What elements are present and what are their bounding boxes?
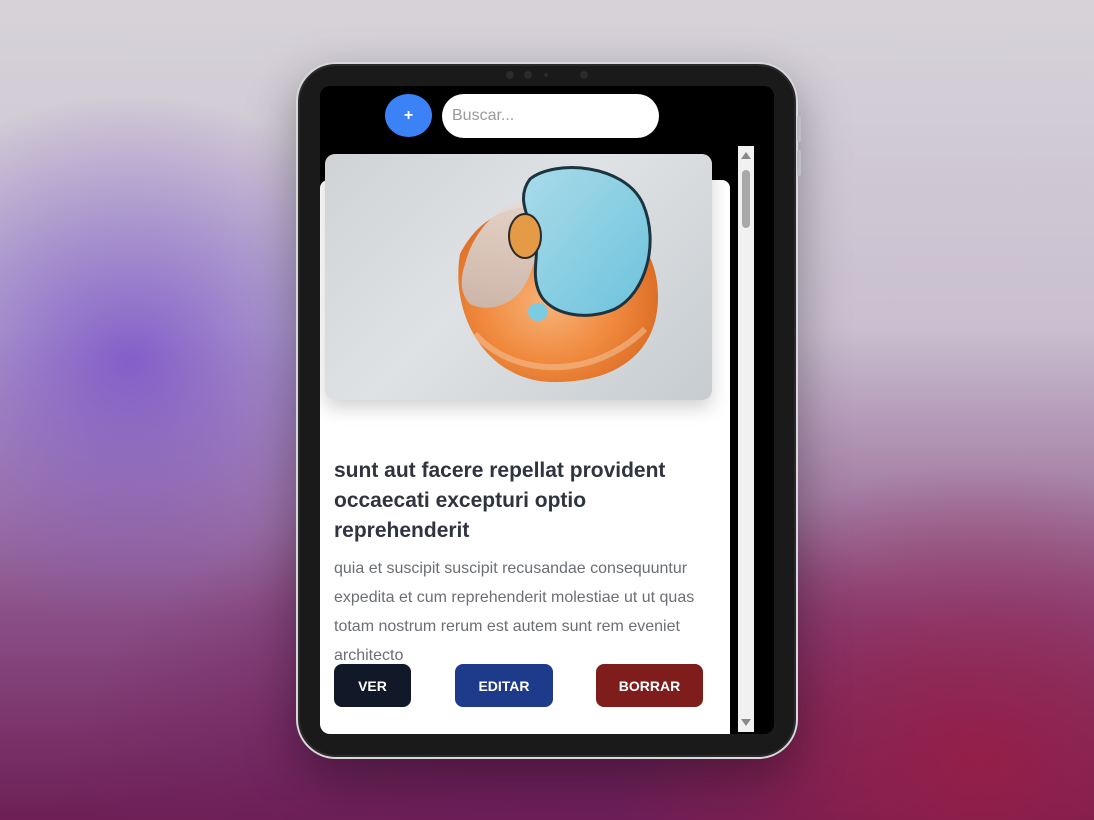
- view-button[interactable]: VER: [334, 664, 411, 707]
- camera-icon: [506, 71, 514, 79]
- camera-icon: [580, 71, 588, 79]
- abstract-sculpture-image: [458, 166, 659, 383]
- scroll-up-icon[interactable]: [741, 152, 751, 159]
- screen: + Buscar... sunt aut facere repellat pro…: [320, 86, 774, 734]
- post-list: sunt aut facere repellat provident occae…: [320, 154, 738, 734]
- post-card: sunt aut facere repellat provident occae…: [320, 154, 730, 734]
- sensor-icon: [544, 73, 548, 77]
- tablet-frame: + Buscar... sunt aut facere repellat pro…: [296, 62, 801, 759]
- post-title: sunt aut facere repellat provident occae…: [334, 459, 666, 542]
- search-input[interactable]: [442, 94, 659, 138]
- scrollbar-thumb[interactable]: [742, 170, 750, 228]
- volume-button: [797, 150, 801, 176]
- post-body: quia et suscipit suscipit recusandae con…: [334, 560, 695, 664]
- post-image: [325, 154, 712, 400]
- sensor-icon: [524, 71, 532, 79]
- volume-button: [797, 116, 801, 142]
- edit-button[interactable]: EDITAR: [455, 664, 553, 707]
- camera-bar: [498, 68, 598, 82]
- scrollbar[interactable]: [738, 146, 754, 732]
- scroll-down-icon[interactable]: [741, 719, 751, 726]
- delete-button[interactable]: BORRAR: [596, 664, 703, 707]
- add-post-button[interactable]: +: [385, 94, 432, 137]
